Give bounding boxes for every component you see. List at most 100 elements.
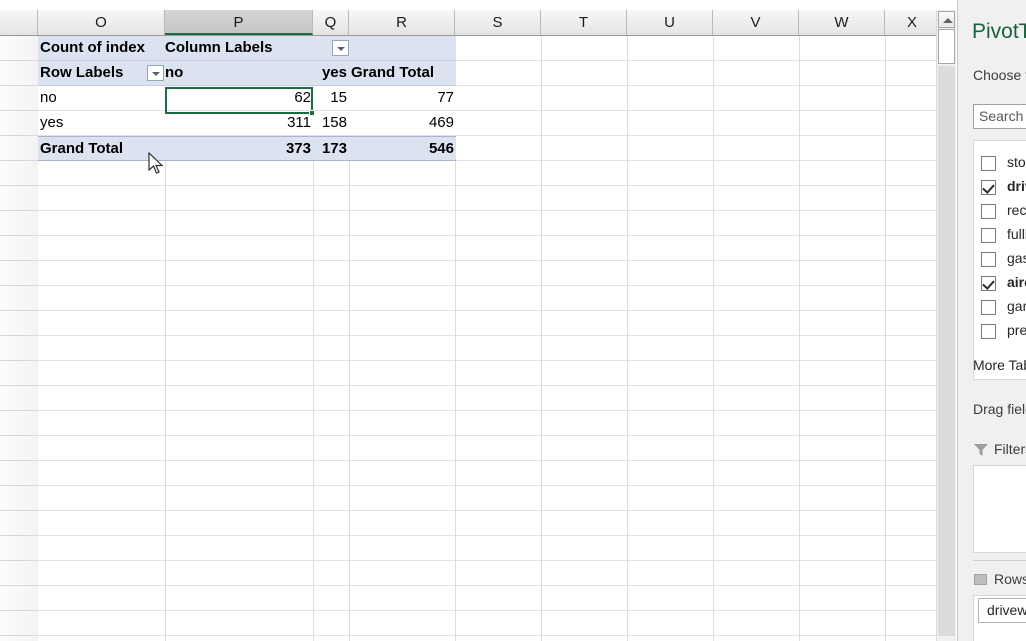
field-label-prefarea: prefarea [1007,322,1026,338]
column-labels-label: Column Labels [165,39,273,56]
row-header-cell[interactable] [0,586,38,611]
row-header-cell[interactable] [0,186,38,211]
column-header-s[interactable]: S [455,10,541,35]
grand-total-total[interactable]: 546 [349,137,454,161]
field-item-prefarea[interactable]: prefarea [981,320,1026,344]
cell-yes-total[interactable]: 469 [349,111,454,135]
pivot-data-row-no[interactable]: no 62 15 77 [38,86,456,111]
cell-no-total[interactable]: 77 [349,86,454,110]
grand-total-no[interactable]: 373 [165,137,311,161]
more-tables-link[interactable]: More Tables... [973,357,1026,373]
pivot-col-header-grand-total: Grand Total [351,64,435,81]
row-header-cell[interactable] [0,136,38,161]
row-header-cell[interactable] [0,261,38,286]
field-checkbox-recroom[interactable] [981,204,996,219]
row-header-cell[interactable] [0,561,38,586]
cell-no-no[interactable]: 62 [165,86,311,110]
column-header-row: OPQRSTUVWX [0,10,940,36]
grand-total-label: Grand Total [40,140,124,157]
grid-column-line [885,36,886,641]
row-header-cell[interactable] [0,311,38,336]
rows-field-chip-label: driveway [987,602,1026,618]
field-checkbox-driveway[interactable] [981,180,996,195]
pivot-col-header-yes: yes [321,64,347,81]
column-header-w[interactable]: W [799,10,885,35]
row-header-cell[interactable] [0,611,38,636]
row-labels-filter-button[interactable] [147,65,164,81]
row-label-yes: yes [40,114,64,131]
field-search-input[interactable]: Search [973,104,1026,129]
column-header-p[interactable]: P [165,10,313,35]
row-header-cell[interactable] [0,511,38,536]
column-header-o[interactable]: O [38,10,165,35]
pivot-table: Count of index Column Labels Row Labels … [38,36,456,161]
select-all-corner[interactable] [0,10,38,35]
column-header-r[interactable]: R [349,10,455,35]
pivot-col-header-no: no [165,64,184,81]
field-checkbox-fullbase[interactable] [981,228,996,243]
column-header-q[interactable]: Q [313,10,349,35]
field-checkbox-stories[interactable] [981,156,996,171]
row-header-cell[interactable] [0,111,38,136]
rows-field-chip-driveway[interactable]: driveway [978,598,1026,623]
scroll-up-arrow-icon[interactable] [938,11,955,28]
row-header-cell[interactable] [0,161,38,186]
cell-yes-yes[interactable]: 158 [313,111,347,135]
fill-handle[interactable] [309,110,315,116]
pane-subtitle: Choose fields to add to report: [973,67,1026,83]
scrollbar-thumb[interactable] [938,29,955,64]
field-label-aircon: aircon [1007,274,1026,290]
row-header-cell[interactable] [0,486,38,511]
field-label-gashw: gashw [1007,250,1026,266]
row-header-cell[interactable] [0,436,38,461]
row-header-cell[interactable] [0,461,38,486]
field-item-fullbase[interactable]: fullbase [981,224,1026,248]
column-header-t[interactable]: T [541,10,627,35]
cell-yes-no[interactable]: 311 [165,111,311,135]
column-header-v[interactable]: V [713,10,799,35]
rows-area-icon [974,574,987,585]
row-header-cell[interactable] [0,36,38,61]
field-checkbox-gashw[interactable] [981,252,996,267]
row-header-cell[interactable] [0,536,38,561]
grid-column-line [713,36,714,641]
vertical-scrollbar[interactable] [936,10,956,641]
field-label-stories: stories [1007,154,1026,170]
pivot-header-row-2: Row Labels no yes Grand Total [38,61,456,86]
field-item-recroom[interactable]: recroom [981,200,1026,224]
row-header-cell[interactable] [0,286,38,311]
pivot-header-row-1: Count of index Column Labels [38,36,456,61]
scrollbar-track[interactable] [938,66,955,636]
column-header-u[interactable]: U [627,10,713,35]
row-header-cell[interactable] [0,361,38,386]
row-header-cell[interactable] [0,386,38,411]
pivot-data-row-yes[interactable]: yes 311 158 469 [38,111,456,136]
cell-no-yes[interactable]: 15 [313,86,347,110]
field-checkbox-prefarea[interactable] [981,324,996,339]
field-item-driveway[interactable]: driveway [981,176,1026,200]
field-item-aircon[interactable]: aircon [981,272,1026,296]
field-item-gashw[interactable]: gashw [981,248,1026,272]
row-header-cell[interactable] [0,336,38,361]
row-header-cell[interactable] [0,211,38,236]
field-search-placeholder: Search [979,108,1024,124]
row-header-cell[interactable] [0,86,38,111]
column-header-x[interactable]: X [885,10,940,35]
row-header-cell[interactable] [0,636,38,641]
field-label-driveway: driveway [1007,178,1026,194]
row-header-cell[interactable] [0,236,38,261]
row-header-cell[interactable] [0,411,38,436]
pivot-grand-total-row[interactable]: Grand Total 373 173 546 [38,136,456,161]
field-item-garagepl[interactable]: garagepl [981,296,1026,320]
column-labels-filter-button[interactable] [332,40,349,56]
rows-area-label: Rows [994,571,1026,587]
excel-worksheet-window: OPQRSTUVWX Count of index Column Labels … [0,0,1026,641]
filters-drop-area[interactable] [973,465,1026,553]
grand-total-yes[interactable]: 173 [313,137,347,161]
field-checkbox-aircon[interactable] [981,276,996,291]
row-header-column [0,36,38,641]
field-checkbox-garagepl[interactable] [981,300,996,315]
field-item-stories[interactable]: stories [981,152,1026,176]
row-header-cell[interactable] [0,61,38,86]
field-label-garagepl: garagepl [1007,298,1026,314]
